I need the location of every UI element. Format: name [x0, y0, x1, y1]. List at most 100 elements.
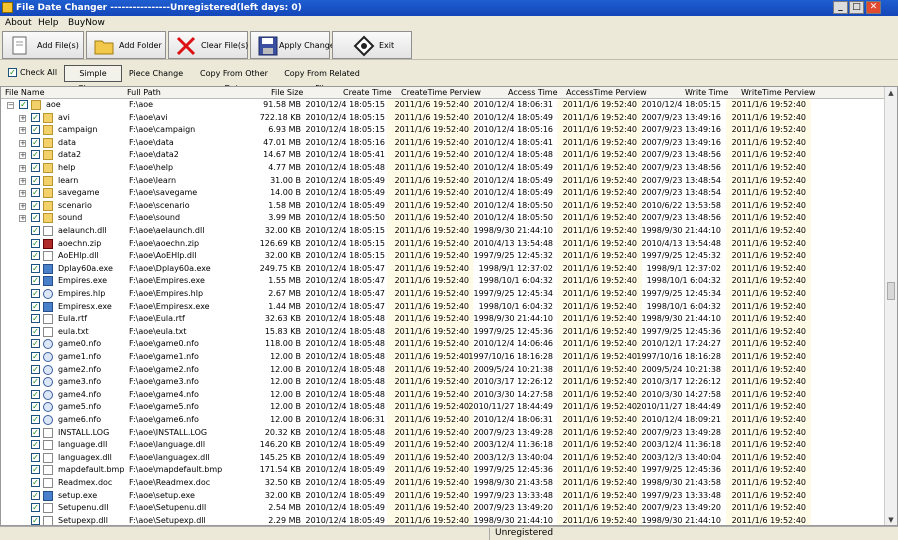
menu-buynow[interactable]: BuyNow	[68, 16, 105, 30]
table-row[interactable]: ✓ game5.nfo F:\aoe\game5.nfo 12.00 B 2010/12…	[1, 401, 885, 414]
row-checkbox[interactable]: ✓	[31, 163, 40, 172]
row-checkbox[interactable]: ✓	[31, 465, 40, 475]
table-row[interactable]: ✓ AoEHlp.dll F:\aoe\AoEHlp.dll 32.00 KB 2010…	[1, 250, 885, 263]
table-row[interactable]: ✓ game2.nfo F:\aoe\game2.nfo 12.00 B 2010/12…	[1, 364, 885, 377]
row-checkbox[interactable]: ✓	[31, 402, 40, 412]
row-checkbox[interactable]: ✓	[31, 289, 40, 298]
col-accesstime-preview[interactable]: AccessTime Perview	[566, 88, 647, 97]
scroll-thumb[interactable]	[887, 282, 895, 300]
row-checkbox[interactable]: ✓	[31, 150, 40, 160]
row-checkbox[interactable]: ✓	[31, 263, 40, 273]
row-checkbox[interactable]: ✓	[31, 213, 40, 223]
table-row[interactable]: + ✓ help F:\aoe\help 4.77 MB 2010/12/4 18:05:…	[1, 162, 885, 175]
table-row[interactable]: ✓ Empires.exe F:\aoe\Empires.exe 1.55 MB 201…	[1, 275, 885, 288]
table-row[interactable]: ✓ Eula.rtf F:\aoe\Eula.rtf 32.63 KB 2010/12/…	[1, 313, 885, 326]
table-row[interactable]: ✓ Setupexp.dll F:\aoe\Setupexp.dll 2.29 MB 2…	[1, 515, 885, 525]
row-checkbox[interactable]: ✓	[31, 440, 40, 450]
table-row[interactable]: ✓ mapdefault.bmp F:\aoe\mapdefault.bmp 171.…	[1, 464, 885, 477]
row-checkbox[interactable]: ✓	[31, 377, 40, 387]
table-row[interactable]: + ✓ scenario F:\aoe\scenario 1.58 MB 2010/12/…	[1, 200, 885, 213]
table-row[interactable]: + ✓ avi F:\aoe\avi 722.18 KB 2010/12/4 18:05:…	[1, 112, 885, 125]
row-checkbox[interactable]: ✓	[31, 326, 40, 336]
row-checkbox[interactable]: ✓	[31, 478, 40, 487]
row-checkbox[interactable]: ✓	[31, 137, 40, 147]
col-create-time[interactable]: Create Time	[343, 88, 392, 97]
row-checkbox[interactable]: ✓	[31, 200, 40, 210]
table-row[interactable]: ✓ Empires.hlp F:\aoe\Empires.hlp 2.67 MB 201…	[1, 288, 885, 301]
table-row[interactable]: ✓ game3.nfo F:\aoe\game3.nfo 12.00 B 2010/12…	[1, 376, 885, 389]
row-checkbox[interactable]: ✓	[31, 427, 40, 437]
copy-other-date-button[interactable]: Copy From Other Date	[193, 65, 275, 93]
menu-about[interactable]: About	[5, 16, 32, 30]
apply-change-button[interactable]: Apply Change	[250, 31, 335, 59]
expand-toggle-icon[interactable]: −	[7, 102, 14, 109]
table-row[interactable]: ✓ languagex.dll F:\aoe\languagex.dll 145.25…	[1, 452, 885, 465]
row-checkbox[interactable]: ✓	[31, 389, 40, 399]
add-files-button[interactable]: Add File(s)	[2, 31, 84, 59]
row-checkbox[interactable]: ✓	[31, 276, 40, 286]
table-row[interactable]: + ✓ data2 F:\aoe\data2 14.67 MB 2010/12/4 18:…	[1, 149, 885, 162]
close-icon[interactable]: ✕	[866, 1, 881, 14]
check-all-checkbox[interactable]: ✓	[8, 68, 17, 77]
simple-change-button[interactable]: Simple Change	[64, 65, 122, 93]
col-createtime-preview[interactable]: CreateTime Perview	[401, 88, 481, 97]
row-checkbox[interactable]: ✓	[31, 314, 40, 324]
vertical-scrollbar[interactable]: ▲ ▼	[884, 87, 897, 525]
copy-related-file-button[interactable]: Copy From Related File	[279, 65, 365, 93]
table-row[interactable]: ✓ Dplay60a.exe F:\aoe\Dplay60a.exe 249.75 K…	[1, 263, 885, 276]
row-checkbox[interactable]: ✓	[31, 175, 40, 185]
clear-files-button[interactable]: Clear File(s)	[168, 31, 248, 59]
row-checkbox[interactable]: ✓	[31, 226, 40, 235]
col-full-path[interactable]: Full Path	[127, 88, 161, 97]
expand-toggle-icon[interactable]: +	[19, 165, 26, 172]
exit-button[interactable]: Exit	[332, 31, 412, 59]
expand-toggle-icon[interactable]: +	[19, 139, 26, 147]
table-row[interactable]: − ✓ aoe F:\aoe 91.58 MB 2010/12/4 18:05:15 201…	[1, 99, 885, 112]
table-row[interactable]: + ✓ data F:\aoe\data 47.01 MB 2010/12/4 18:05…	[1, 137, 885, 150]
row-checkbox[interactable]: ✓	[31, 352, 40, 361]
file-list[interactable]: File Name Full Path File Size Create Tim…	[0, 86, 898, 526]
row-checkbox[interactable]: ✓	[31, 490, 40, 500]
scroll-up-icon[interactable]: ▲	[885, 87, 897, 99]
table-row[interactable]: ✓ game1.nfo F:\aoe\game1.nfo 12.00 B 2010/12…	[1, 351, 885, 364]
row-checkbox[interactable]: ✓	[31, 515, 40, 525]
add-folder-button[interactable]: Add Folder	[86, 31, 166, 59]
row-checkbox[interactable]: ✓	[31, 452, 40, 462]
table-row[interactable]: ✓ INSTALL.LOG F:\aoe\INSTALL.LOG 20.32 KB 20…	[1, 427, 885, 440]
col-file-name[interactable]: File Name	[5, 88, 45, 97]
row-checkbox[interactable]: ✓	[31, 364, 40, 374]
row-checkbox[interactable]: ✓	[31, 415, 40, 424]
piece-change-button[interactable]: Piece Change	[126, 65, 186, 82]
table-row[interactable]: + ✓ learn F:\aoe\learn 31.00 B 2010/12/4 18:0…	[1, 175, 885, 188]
table-row[interactable]: + ✓ sound F:\aoe\sound 3.99 MB 2010/12/4 18:0…	[1, 212, 885, 225]
col-file-size[interactable]: File Size	[271, 88, 303, 97]
expand-toggle-icon[interactable]: +	[19, 202, 26, 210]
col-writetime-preview[interactable]: WriteTime Perview	[741, 88, 815, 97]
minimize-icon[interactable]: _	[833, 1, 848, 14]
row-checkbox[interactable]: ✓	[19, 100, 28, 109]
title-bar[interactable]: File Date Changer ----------------Unregi…	[0, 0, 898, 16]
table-row[interactable]: ✓ aoechn.zip F:\aoe\aoechn.zip 126.69 KB 201…	[1, 238, 885, 251]
table-row[interactable]: ✓ eula.txt F:\aoe\eula.txt 15.83 KB 2010/12/…	[1, 326, 885, 339]
expand-toggle-icon[interactable]: +	[19, 190, 26, 198]
table-row[interactable]: ✓ Empiresx.exe F:\aoe\Empiresx.exe 1.44 MB 2…	[1, 301, 885, 314]
table-row[interactable]: ✓ Readmex.doc F:\aoe\Readmex.doc 32.50 KB 20…	[1, 477, 885, 490]
row-checkbox[interactable]: ✓	[31, 503, 40, 513]
row-checkbox[interactable]: ✓	[31, 251, 40, 261]
row-checkbox[interactable]: ✓	[31, 301, 40, 311]
table-row[interactable]: ✓ Setupenu.dll F:\aoe\Setupenu.dll 2.54 MB 2…	[1, 502, 885, 515]
table-row[interactable]: + ✓ savegame F:\aoe\savegame 14.00 B 2010/12/…	[1, 187, 885, 200]
table-row[interactable]: + ✓ campaign F:\aoe\campaign 6.93 MB 2010/12/…	[1, 124, 885, 137]
col-access-time[interactable]: Access Time	[508, 88, 558, 97]
expand-toggle-icon[interactable]: +	[19, 114, 26, 122]
expand-toggle-icon[interactable]: +	[19, 152, 26, 160]
expand-toggle-icon[interactable]: +	[19, 127, 26, 135]
menu-help[interactable]: Help	[38, 16, 59, 30]
row-checkbox[interactable]: ✓	[31, 238, 40, 248]
table-row[interactable]: ✓ aelaunch.dll F:\aoe\aelaunch.dll 32.00 KB…	[1, 225, 885, 238]
row-checkbox[interactable]: ✓	[31, 125, 40, 135]
table-row[interactable]: ✓ game4.nfo F:\aoe\game4.nfo 12.00 B 2010/12…	[1, 389, 885, 402]
table-row[interactable]: ✓ setup.exe F:\aoe\setup.exe 32.00 KB 2010/1…	[1, 490, 885, 503]
expand-toggle-icon[interactable]: +	[19, 215, 26, 223]
maximize-icon[interactable]: □	[849, 1, 864, 14]
